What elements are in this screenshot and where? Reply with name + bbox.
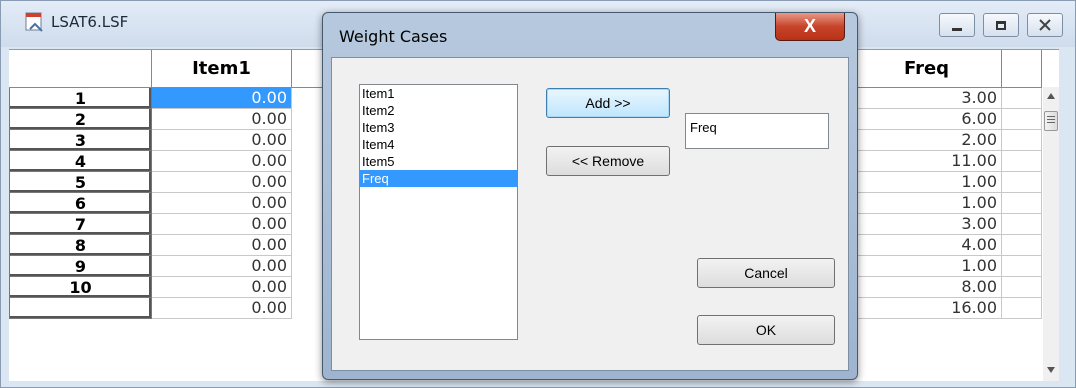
window-title-area: LSAT6.LSF bbox=[25, 11, 128, 33]
variable-list-item[interactable]: Item2 bbox=[360, 102, 517, 119]
cell-item1[interactable]: 0.00 bbox=[152, 256, 292, 277]
cell-empty[interactable] bbox=[1002, 88, 1042, 109]
restore-icon bbox=[996, 20, 1006, 30]
cell-item1[interactable]: 0.00 bbox=[152, 235, 292, 256]
row-header[interactable]: 10 bbox=[9, 277, 152, 298]
close-icon bbox=[1039, 19, 1051, 31]
cancel-button[interactable]: Cancel bbox=[697, 258, 835, 288]
cell-item1[interactable]: 0.00 bbox=[152, 193, 292, 214]
row-header[interactable]: 9 bbox=[9, 256, 152, 277]
row-header[interactable]: 6 bbox=[9, 193, 152, 214]
row-header[interactable]: 2 bbox=[9, 109, 152, 130]
cell-empty[interactable] bbox=[1002, 151, 1042, 172]
cell-empty[interactable] bbox=[1002, 172, 1042, 193]
vertical-scrollbar[interactable] bbox=[1043, 87, 1059, 381]
row-header[interactable]: 1 bbox=[9, 88, 152, 109]
close-window-button[interactable] bbox=[1027, 13, 1063, 37]
minimize-icon bbox=[952, 27, 962, 31]
cell-freq[interactable]: 6.00 bbox=[852, 109, 1002, 130]
variable-list[interactable]: Item1 Item2 Item3 Item4 Item5 Freq bbox=[359, 84, 518, 340]
cell-freq[interactable]: 1.00 bbox=[852, 193, 1002, 214]
weight-cases-dialog: Weight Cases X Item1 Item2 Item3 Item4 Item5… bbox=[322, 12, 858, 380]
cell-freq[interactable]: 1.00 bbox=[852, 172, 1002, 193]
remove-button[interactable]: << Remove bbox=[546, 146, 670, 176]
row-header[interactable] bbox=[9, 298, 152, 319]
cell-empty[interactable] bbox=[1002, 298, 1042, 319]
minimize-button[interactable] bbox=[939, 13, 975, 37]
cell-item1[interactable]: 0.00 bbox=[152, 109, 292, 130]
cell-empty[interactable] bbox=[1002, 277, 1042, 298]
row-header[interactable]: 7 bbox=[9, 214, 152, 235]
cell-freq[interactable]: 3.00 bbox=[852, 214, 1002, 235]
scroll-thumb[interactable] bbox=[1044, 111, 1058, 131]
cell-item1[interactable]: 0.00 bbox=[152, 151, 292, 172]
variable-list-item[interactable]: Item5 bbox=[360, 153, 517, 170]
ok-button[interactable]: OK bbox=[697, 315, 835, 345]
maximize-button[interactable] bbox=[983, 13, 1019, 37]
variable-list-item[interactable]: Freq bbox=[360, 170, 517, 187]
scroll-up-icon[interactable] bbox=[1047, 93, 1055, 99]
cell-item1[interactable]: 0.00 bbox=[152, 172, 292, 193]
column-header-empty[interactable] bbox=[1002, 50, 1042, 88]
row-header[interactable]: 5 bbox=[9, 172, 152, 193]
cell-freq[interactable]: 1.00 bbox=[852, 256, 1002, 277]
close-icon: X bbox=[803, 16, 816, 36]
document-icon bbox=[25, 11, 45, 33]
cell-item1[interactable]: 0.00 bbox=[152, 88, 292, 109]
cell-freq[interactable]: 11.00 bbox=[852, 151, 1002, 172]
cell-freq[interactable]: 8.00 bbox=[852, 277, 1002, 298]
row-header[interactable]: 4 bbox=[9, 151, 152, 172]
add-button[interactable]: Add >> bbox=[546, 88, 670, 118]
scroll-down-icon[interactable] bbox=[1047, 367, 1055, 373]
cell-item1[interactable]: 0.00 bbox=[152, 277, 292, 298]
cell-item1[interactable]: 0.00 bbox=[152, 298, 292, 319]
window-title: LSAT6.LSF bbox=[51, 13, 129, 31]
row-header[interactable]: 8 bbox=[9, 235, 152, 256]
cell-freq[interactable]: 16.00 bbox=[852, 298, 1002, 319]
row-header[interactable]: 3 bbox=[9, 130, 152, 151]
variable-list-item[interactable]: Item4 bbox=[360, 136, 517, 153]
column-header-freq[interactable]: Freq bbox=[852, 50, 1002, 88]
variable-list-item[interactable]: Item3 bbox=[360, 119, 517, 136]
dialog-close-button[interactable]: X bbox=[775, 13, 845, 41]
window-controls bbox=[939, 13, 1063, 37]
cell-item1[interactable]: 0.00 bbox=[152, 214, 292, 235]
cell-empty[interactable] bbox=[1002, 193, 1042, 214]
corner-header[interactable] bbox=[9, 50, 152, 88]
cell-empty[interactable] bbox=[1002, 256, 1042, 277]
cell-item1[interactable]: 0.00 bbox=[152, 130, 292, 151]
cell-freq[interactable]: 4.00 bbox=[852, 235, 1002, 256]
dialog-body: Item1 Item2 Item3 Item4 Item5 Freq Add >> << … bbox=[331, 57, 849, 371]
cell-freq[interactable]: 3.00 bbox=[852, 88, 1002, 109]
variable-list-item[interactable]: Item1 bbox=[360, 85, 517, 102]
dialog-title: Weight Cases bbox=[339, 27, 448, 46]
cell-empty[interactable] bbox=[1002, 235, 1042, 256]
column-header-item1[interactable]: Item1 bbox=[152, 50, 292, 88]
cell-empty[interactable] bbox=[1002, 214, 1042, 235]
cell-empty[interactable] bbox=[1002, 130, 1042, 151]
weight-variable-field[interactable]: Freq bbox=[685, 113, 829, 149]
cell-freq[interactable]: 2.00 bbox=[852, 130, 1002, 151]
cell-empty[interactable] bbox=[1002, 109, 1042, 130]
